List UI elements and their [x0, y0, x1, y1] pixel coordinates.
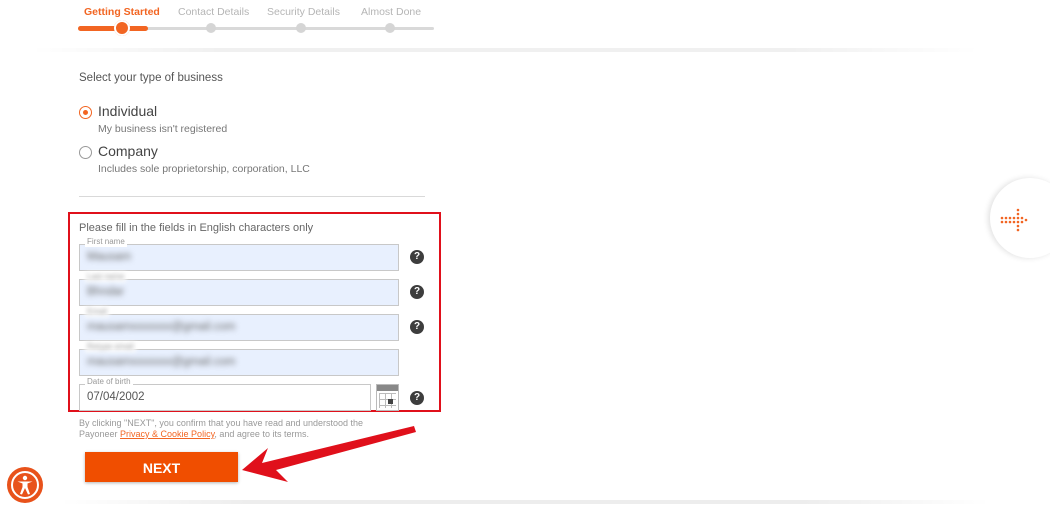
dotted-arrow-icon	[1000, 208, 1028, 232]
annotation-arrow-icon	[242, 426, 416, 482]
accessibility-icon[interactable]	[7, 467, 43, 503]
